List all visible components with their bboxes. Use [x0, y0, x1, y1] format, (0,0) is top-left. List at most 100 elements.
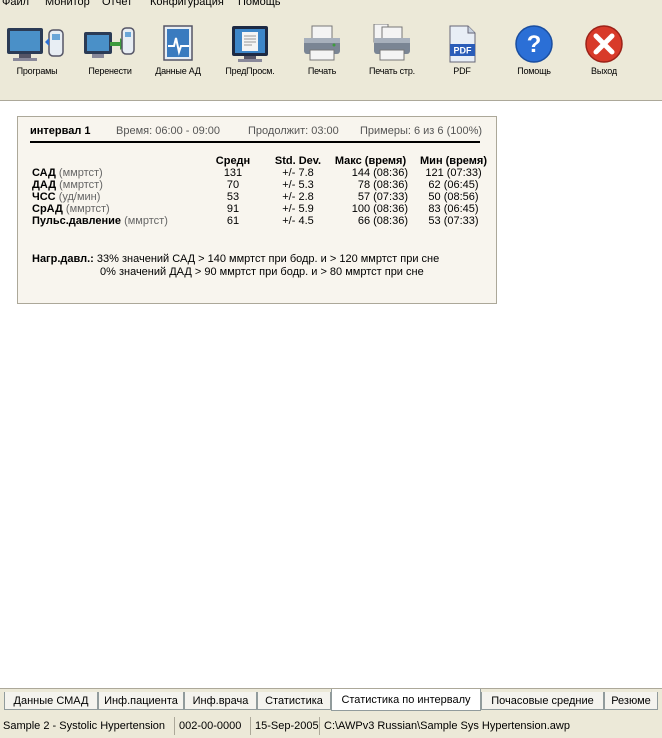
status-date: 15-Sep-2005	[252, 717, 320, 735]
pressure-load-diastolic: 0% значений ДАД > 90 ммртст при бодр. и …	[100, 266, 424, 278]
interval-duration: Продолжит: 03:00	[248, 125, 339, 137]
printer-icon	[304, 25, 340, 61]
help-button[interactable]: ? Помощь	[508, 24, 560, 98]
pressure-load-systolic: 33% значений САД > 140 ммртст при бодр. …	[96, 253, 440, 265]
menu-file[interactable]: Файл	[2, 0, 29, 8]
menu-configuration[interactable]: Конфигурация	[150, 0, 224, 8]
col-min: Мин (время)	[420, 155, 487, 167]
exit-button[interactable]: Выход	[578, 24, 630, 98]
param-unit: (ммртст)	[58, 167, 103, 179]
tab-hourly-averages[interactable]: Почасовые средние	[481, 692, 604, 710]
abpm-data-button[interactable]: Данные АД	[150, 24, 206, 98]
pressure-load-label: Нагр.давл.:	[32, 253, 94, 265]
tab-statistics[interactable]: Статистика	[257, 692, 331, 710]
tab-patient-info[interactable]: Инф.пациента	[98, 692, 184, 710]
help-label: Помощь	[517, 66, 551, 76]
preview-label: ПредПросм.	[225, 66, 275, 76]
cell-mean: 53	[226, 191, 240, 203]
col-mean: Средн	[215, 155, 251, 167]
pdf-icon: PDF	[449, 25, 476, 63]
transfer-button[interactable]: Перенести	[80, 24, 140, 98]
cell-min: 62 (06:45)	[428, 179, 479, 191]
print-page-button[interactable]: Печать стр.	[360, 24, 424, 98]
report-view: интервал 1 Время: 06:00 - 09:00 Продолжи…	[0, 101, 662, 688]
table-row: Пульс.давление (ммртст) 61 +/- 4.5 66 (0…	[32, 215, 491, 227]
cell-mean: 131	[223, 167, 243, 179]
tab-abpm-data[interactable]: Данные СМАД	[4, 692, 98, 710]
abpm-data-icon	[163, 25, 193, 61]
interval-time: Время: 06:00 - 09:00	[116, 125, 221, 137]
table-row: ЧСС (уд/мин) 53 +/- 2.8 57 (07:33) 50 (0…	[32, 191, 491, 203]
report-header: интервал 1 Время: 06:00 - 09:00 Продолжи…	[30, 125, 483, 143]
status-bar: Sample 2 - Systolic Hypertension 002-00-…	[0, 714, 662, 738]
cell-mean: 70	[226, 179, 240, 191]
stats-table: Средн Std. Dev. Макс (время) Мин (время)…	[32, 155, 491, 227]
param-unit: (ммртст)	[59, 179, 103, 191]
toolbar: Програмы Перенести Данные АД ПредПросм. …	[0, 16, 662, 101]
print-page-label: Печать стр.	[369, 66, 415, 76]
cell-min: 121 (07:33)	[425, 167, 482, 179]
tab-bar: Данные СМАД Инф.пациента Инф.врача Стати…	[0, 688, 662, 715]
table-row: СрАД (ммртст) 91 +/- 5.9 100 (08:36) 83 …	[32, 203, 491, 215]
pdf-label: PDF	[453, 66, 471, 76]
exit-icon	[585, 25, 623, 63]
tab-summary[interactable]: Резюме	[604, 692, 658, 710]
cell-max: 100 (08:36)	[351, 203, 408, 215]
print-page-icon	[373, 24, 410, 61]
param-unit: (ммртст)	[124, 215, 168, 227]
pdf-button[interactable]: PDF PDF	[442, 24, 482, 98]
menu-monitor[interactable]: Монитор	[45, 0, 90, 8]
tab-physician-info[interactable]: Инф.врача	[184, 692, 257, 710]
preview-button[interactable]: ПредПросм.	[220, 24, 280, 98]
cell-max: 57 (07:33)	[357, 191, 408, 203]
transfer-icon	[84, 27, 135, 58]
print-button[interactable]: Печать	[296, 24, 348, 98]
cell-max: 66 (08:36)	[357, 215, 408, 227]
cell-mean: 91	[226, 203, 240, 215]
cell-mean: 61	[226, 215, 240, 227]
param-name: ЧСС	[32, 191, 56, 203]
cell-sd: +/- 2.8	[282, 191, 314, 203]
param-unit: (ммртст)	[65, 203, 110, 215]
programs-button[interactable]: Програмы	[2, 24, 72, 98]
abpm-data-label: Данные АД	[155, 66, 201, 76]
cell-sd: +/- 4.5	[282, 215, 314, 227]
param-unit: (уд/мин)	[58, 191, 101, 203]
cell-max: 144 (08:36)	[351, 167, 408, 179]
interval-report-panel: интервал 1 Время: 06:00 - 09:00 Продолжи…	[17, 116, 497, 304]
param-name: ДАД	[32, 179, 57, 191]
pressure-load-block: Нагр.давл.: 33% значений САД > 140 ммртс…	[32, 253, 482, 279]
menu-report[interactable]: Отчет	[102, 0, 132, 8]
status-patient: Sample 2 - Systolic Hypertension	[0, 717, 175, 735]
cell-sd: +/- 7.8	[282, 167, 314, 179]
status-file-path: C:\AWPv3 Russian\Sample Sys Hypertension…	[324, 720, 570, 732]
status-patient-id: 002-00-0000	[176, 717, 251, 735]
param-name: САД	[32, 167, 56, 179]
menu-help[interactable]: Помощь	[238, 0, 281, 8]
preview-icon	[232, 26, 268, 62]
programs-icon	[7, 28, 64, 61]
programs-label: Програмы	[16, 66, 58, 76]
menu-bar: Файл Монитор Отчет Конфигурация Помощь	[0, 0, 662, 16]
cell-max: 78 (08:36)	[357, 179, 408, 191]
cell-min: 83 (06:45)	[428, 203, 479, 215]
interval-name: интервал 1	[30, 125, 91, 137]
cell-sd: +/- 5.3	[282, 179, 314, 191]
help-icon: ?	[515, 25, 553, 63]
table-row: ДАД (ммртст) 70 +/- 5.3 78 (08:36) 62 (0…	[32, 179, 491, 191]
interval-samples: Примеры: 6 из 6 (100%)	[360, 125, 483, 137]
cell-min: 53 (07:33)	[428, 215, 479, 227]
table-header-row: Средн Std. Dev. Макс (время) Мин (время)	[32, 155, 491, 167]
tab-interval-statistics[interactable]: Статистика по интервалу	[331, 689, 481, 711]
transfer-label: Перенести	[88, 66, 132, 76]
col-sd: Std. Dev.	[274, 155, 322, 167]
col-max: Макс (время)	[334, 155, 407, 167]
cell-sd: +/- 5.9	[282, 203, 314, 215]
svg-text:PDF: PDF	[454, 46, 473, 56]
print-label: Печать	[307, 66, 337, 76]
cell-min: 50 (08:56)	[428, 191, 479, 203]
table-row: САД (ммртст) 131 +/- 7.8 144 (08:36) 121…	[32, 167, 491, 179]
param-name: СрАД	[32, 203, 63, 215]
param-name: Пульс.давление	[32, 215, 122, 227]
exit-label: Выход	[591, 66, 617, 76]
